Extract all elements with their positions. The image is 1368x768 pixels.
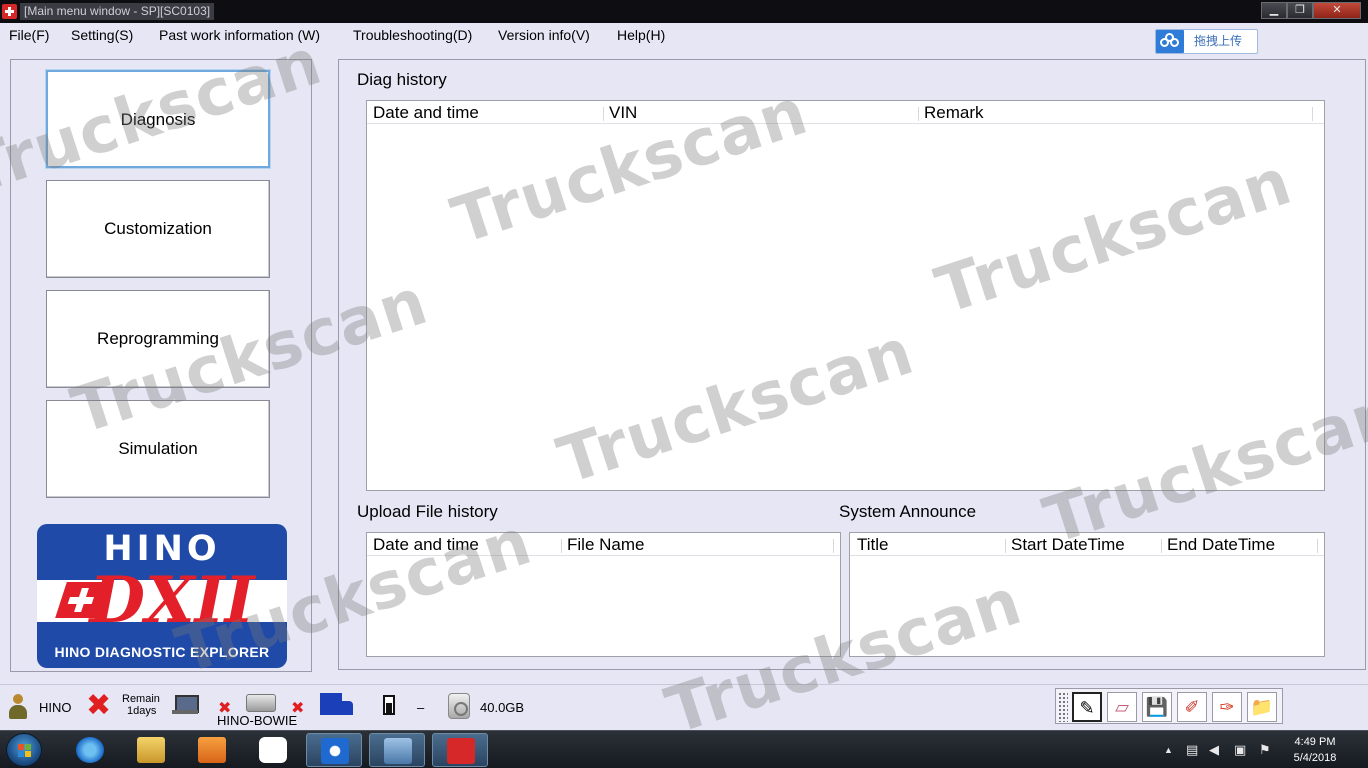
- drag-upload-button[interactable]: 拖拽上传: [1155, 29, 1258, 54]
- title-bar: [Main menu window - SP][SC0103] ▁ ❐ ✕: [0, 0, 1368, 23]
- main-content-panel: Diag history Date and time VIN Remark Up…: [338, 59, 1366, 670]
- battery-icon: [383, 695, 395, 715]
- windows-taskbar: ▲ ▤ ◀ ▣ ⚑ 4:49 PM 5/4/2018: [0, 730, 1368, 768]
- column-divider[interactable]: [833, 539, 834, 553]
- system-announce-list[interactable]: Title Start DateTime End DateTime: [849, 532, 1325, 657]
- column-header-title[interactable]: Title: [857, 535, 889, 555]
- license-warning-icon: ✖: [86, 689, 112, 722]
- diag-history-list[interactable]: Date and time VIN Remark: [366, 100, 1325, 491]
- usb-tray-icon[interactable]: ▤: [1186, 743, 1198, 757]
- upload-file-history-list[interactable]: Date and time File Name: [366, 532, 841, 657]
- column-header-start-datetime[interactable]: Start DateTime: [1011, 535, 1125, 555]
- column-divider[interactable]: [1005, 539, 1006, 553]
- remote-desktop-icon[interactable]: [369, 733, 425, 767]
- menu-setting[interactable]: Setting(S): [71, 27, 133, 43]
- column-header-date-time[interactable]: Date and time: [373, 103, 479, 123]
- network-icon[interactable]: ▣: [1234, 743, 1246, 757]
- media-player-icon[interactable]: [184, 733, 240, 767]
- disk-icon: [448, 693, 470, 719]
- action-center-icon[interactable]: ⚑: [1259, 743, 1271, 757]
- logo-product: DXII: [89, 563, 255, 638]
- column-header-file-name[interactable]: File Name: [567, 535, 644, 555]
- column-header-vin[interactable]: VIN: [609, 103, 637, 123]
- hino-app-icon: [2, 4, 17, 19]
- minimize-button[interactable]: ▁: [1261, 2, 1287, 19]
- column-header-remark[interactable]: Remark: [924, 103, 984, 123]
- internet-explorer-icon[interactable]: [62, 733, 118, 767]
- brush-icon[interactable]: ✐: [1177, 692, 1207, 722]
- paint-icon[interactable]: ✑: [1212, 692, 1242, 722]
- column-divider[interactable]: [1312, 107, 1313, 121]
- menu-troubleshooting[interactable]: Troubleshooting(D): [353, 27, 472, 43]
- start-button[interactable]: [6, 733, 42, 767]
- user-name: HINO: [39, 700, 72, 715]
- minimize-icon: ▁: [1269, 4, 1279, 16]
- menu-file[interactable]: File(F): [9, 27, 49, 43]
- laptop-icon: [172, 695, 199, 717]
- truck-icon: [320, 693, 354, 721]
- customization-button[interactable]: Customization: [46, 180, 270, 278]
- upload-label: 拖拽上传: [1194, 34, 1243, 48]
- remain-label: Remain: [122, 693, 160, 705]
- maximize-icon: ❐: [1295, 4, 1305, 16]
- clock-time[interactable]: 4:49 PM: [1290, 736, 1340, 749]
- column-divider[interactable]: [1317, 539, 1318, 553]
- hino-dx2-logo: HINO DXII HINO DIAGNOSTIC EXPLORER: [37, 524, 287, 668]
- user-icon: [8, 694, 28, 720]
- upload-history-header: Date and time File Name: [367, 533, 840, 556]
- column-header-date-time[interactable]: Date and time: [373, 535, 479, 555]
- disk-space: 40.0GB: [480, 700, 525, 715]
- left-nav-panel: Diagnosis Customization Reprogramming Si…: [10, 59, 312, 672]
- windows-logo-icon: [18, 744, 32, 758]
- upload-file-history-label: Upload File history: [357, 502, 498, 521]
- menu-help[interactable]: Help(H): [617, 27, 665, 43]
- clock-date[interactable]: 5/4/2018: [1290, 752, 1340, 765]
- volume-icon[interactable]: ◀: [1209, 743, 1219, 757]
- menu-past-work[interactable]: Past work information (W): [159, 27, 320, 43]
- diag-history-header: Date and time VIN Remark: [367, 101, 1324, 124]
- tray-expand-icon[interactable]: ▲: [1164, 743, 1173, 757]
- baidu-netdisk-icon[interactable]: [245, 733, 301, 767]
- system-announce-header: Title Start DateTime End DateTime: [850, 533, 1324, 556]
- folder-icon[interactable]: 📁: [1247, 692, 1277, 722]
- save-icon[interactable]: 💾: [1142, 692, 1172, 722]
- diagnosis-button[interactable]: Diagnosis: [46, 70, 270, 168]
- simulation-button[interactable]: Simulation: [46, 400, 270, 498]
- file-explorer-icon[interactable]: [123, 733, 179, 767]
- window-title: [Main menu window - SP][SC0103]: [20, 3, 215, 20]
- maximize-button[interactable]: ❐: [1287, 2, 1313, 19]
- cloud-upload-icon: [1156, 30, 1184, 53]
- hino-dx2-icon[interactable]: [432, 733, 488, 767]
- drawing-toolbar: ✎ ▱ 💾 ✐ ✑ 📁: [1055, 688, 1283, 724]
- battery-value: –: [417, 700, 425, 715]
- logo-subtitle: HINO DIAGNOSTIC EXPLORER: [54, 644, 270, 660]
- reprogramming-button[interactable]: Reprogramming: [46, 290, 270, 388]
- column-divider[interactable]: [918, 107, 919, 121]
- column-divider[interactable]: [1161, 539, 1162, 553]
- eraser-icon[interactable]: ▱: [1107, 692, 1137, 722]
- remain-days: 1days: [127, 705, 157, 717]
- close-button[interactable]: ✕: [1313, 2, 1361, 19]
- column-divider[interactable]: [603, 107, 604, 121]
- toolbar-grip-icon[interactable]: [1058, 692, 1068, 722]
- menu-version-info[interactable]: Version info(V): [498, 27, 590, 43]
- close-icon: ✕: [1332, 4, 1342, 16]
- interface-device-icon: [246, 694, 276, 712]
- device-name: HINO-BOWIE: [217, 713, 298, 728]
- pencil-icon[interactable]: ✎: [1072, 692, 1102, 722]
- teamviewer-icon[interactable]: [306, 733, 362, 767]
- system-announce-label: System Announce: [839, 502, 977, 521]
- diag-history-label: Diag history: [357, 70, 447, 89]
- column-divider[interactable]: [561, 539, 562, 553]
- column-header-end-datetime[interactable]: End DateTime: [1167, 535, 1275, 555]
